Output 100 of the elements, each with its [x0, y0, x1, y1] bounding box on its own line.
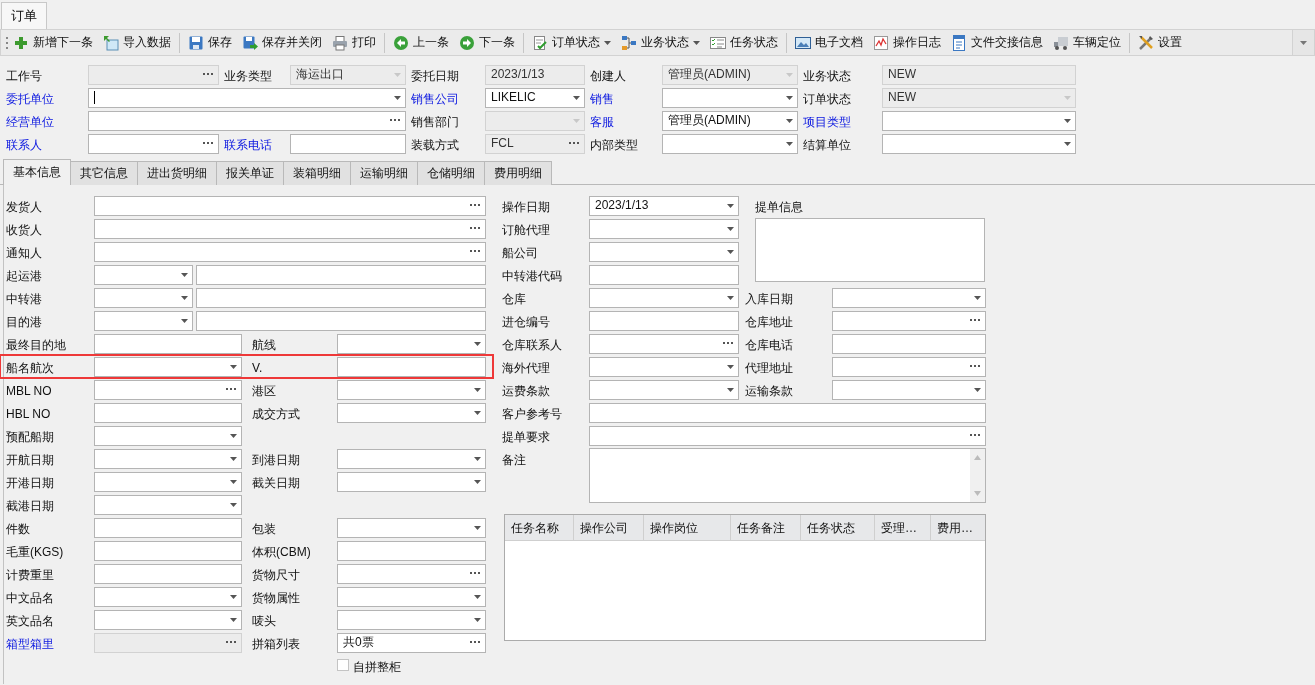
dropdown-field[interactable] [662, 133, 798, 154]
lookup-field[interactable] [337, 563, 486, 584]
caret-icon[interactable] [474, 594, 481, 599]
dropdown-field[interactable]: 2023/1/13 [589, 195, 739, 216]
text-field[interactable] [94, 402, 242, 423]
window-tab[interactable]: 订单 [1, 2, 47, 29]
dropdown-field[interactable] [337, 333, 486, 354]
text-field[interactable] [589, 264, 739, 285]
tab[interactable]: 运输明细 [350, 161, 418, 185]
toolbar-button[interactable]: 新增下一条 [8, 30, 98, 55]
caret-icon[interactable] [727, 295, 734, 300]
ellipsis-icon[interactable] [970, 434, 981, 437]
caret-icon[interactable] [1064, 141, 1071, 146]
text-field[interactable] [196, 310, 486, 331]
toolbar-button[interactable]: 电子文档 [790, 30, 868, 55]
caret-icon[interactable] [727, 203, 734, 208]
field-link[interactable]: 联系人 [6, 134, 88, 153]
dropdown-field[interactable] [589, 218, 739, 239]
column-header[interactable]: 操作公司 [574, 515, 644, 540]
caret-icon[interactable] [474, 387, 481, 392]
dropdown-field[interactable] [88, 87, 406, 108]
field-link[interactable]: 项目类型 [803, 111, 882, 130]
column-header[interactable]: 任务状态 [801, 515, 875, 540]
toolbar-button[interactable]: 导入数据 [98, 30, 176, 55]
text-area[interactable] [589, 448, 986, 503]
lookup-field[interactable] [94, 379, 242, 400]
caret-icon[interactable] [230, 594, 237, 599]
tab[interactable]: 其它信息 [70, 161, 138, 185]
field-link[interactable]: 箱型箱里 [6, 633, 94, 652]
caret-icon[interactable] [727, 226, 734, 231]
caret-icon[interactable] [474, 525, 481, 530]
toolbar-button[interactable]: 业务状态 [616, 30, 705, 55]
toolbar-button[interactable]: 任务状态 [705, 30, 783, 55]
lookup-field[interactable]: 共0票 [337, 632, 486, 653]
caret-icon[interactable] [727, 249, 734, 254]
up-arrow-icon[interactable] [974, 455, 981, 460]
ellipsis-icon[interactable] [390, 119, 401, 122]
lookup-field[interactable] [88, 110, 406, 131]
column-header[interactable]: 任务名称 [505, 515, 574, 540]
toolbar-button[interactable]: 文件交接信息 [946, 30, 1048, 55]
toolbar-button[interactable]: 下一条 [454, 30, 520, 55]
dropdown-field[interactable] [94, 264, 193, 285]
caret-icon[interactable] [474, 479, 481, 484]
text-area[interactable] [755, 218, 985, 282]
toolbar-button[interactable]: 上一条 [388, 30, 454, 55]
dropdown-field[interactable] [337, 471, 486, 492]
caret-icon[interactable] [786, 141, 793, 146]
toolbar-button[interactable]: 保存并关闭 [237, 30, 327, 55]
dropdown-field[interactable] [337, 379, 486, 400]
lookup-field[interactable] [94, 241, 486, 262]
scrollbar[interactable] [970, 449, 985, 502]
text-field[interactable] [94, 517, 242, 538]
field-link[interactable]: 联系电话 [224, 134, 290, 153]
caret-icon[interactable] [786, 118, 793, 123]
toolbar-button[interactable]: 设置 [1133, 30, 1187, 55]
dropdown-field[interactable] [882, 133, 1076, 154]
dropdown-field[interactable] [94, 425, 242, 446]
text-field[interactable] [94, 540, 242, 561]
dropdown-field[interactable] [589, 356, 739, 377]
ellipsis-icon[interactable] [470, 250, 481, 253]
tab[interactable]: 费用明细 [484, 161, 552, 185]
text-field[interactable] [196, 264, 486, 285]
dropdown-field[interactable] [589, 241, 739, 262]
caret-icon[interactable] [974, 387, 981, 392]
field-link[interactable]: 委托单位 [6, 88, 88, 107]
dropdown-field[interactable]: LIKELIC [485, 87, 585, 108]
text-field[interactable] [589, 402, 986, 423]
caret-icon[interactable] [230, 364, 237, 369]
field-link[interactable]: 经营单位 [6, 111, 88, 130]
dropdown-field[interactable] [337, 517, 486, 538]
tab[interactable]: 基本信息 [3, 159, 71, 185]
caret-icon[interactable] [727, 387, 734, 392]
caret-icon[interactable] [573, 95, 580, 100]
ellipsis-icon[interactable] [970, 365, 981, 368]
dropdown-field[interactable] [94, 609, 242, 630]
caret-icon[interactable] [181, 272, 188, 277]
caret-icon[interactable] [230, 617, 237, 622]
tab[interactable]: 仓储明细 [417, 161, 485, 185]
lookup-field[interactable] [832, 310, 986, 331]
ellipsis-icon[interactable] [723, 342, 734, 345]
overflow-button[interactable] [1292, 30, 1314, 55]
dropdown-field[interactable] [337, 586, 486, 607]
toolbar-grip[interactable] [5, 36, 8, 49]
field-link[interactable]: 客服 [590, 111, 662, 130]
text-field[interactable] [290, 133, 406, 154]
dropdown-field[interactable] [832, 287, 986, 308]
caret-icon[interactable] [230, 502, 237, 507]
down-arrow-icon[interactable] [974, 491, 981, 496]
dropdown-field[interactable] [337, 402, 486, 423]
dropdown-field[interactable] [589, 287, 739, 308]
dropdown-field[interactable] [589, 379, 739, 400]
dropdown-field[interactable]: 管理员(ADMIN) [662, 110, 798, 131]
dropdown-field[interactable] [882, 110, 1076, 131]
field-link[interactable]: 销售公司 [411, 88, 485, 107]
toolbar-button[interactable]: 操作日志 [868, 30, 946, 55]
dropdown-field[interactable] [337, 609, 486, 630]
ellipsis-icon[interactable] [470, 572, 481, 575]
caret-icon[interactable] [474, 410, 481, 415]
column-header[interactable]: 操作岗位 [644, 515, 731, 540]
dropdown-field[interactable] [832, 379, 986, 400]
